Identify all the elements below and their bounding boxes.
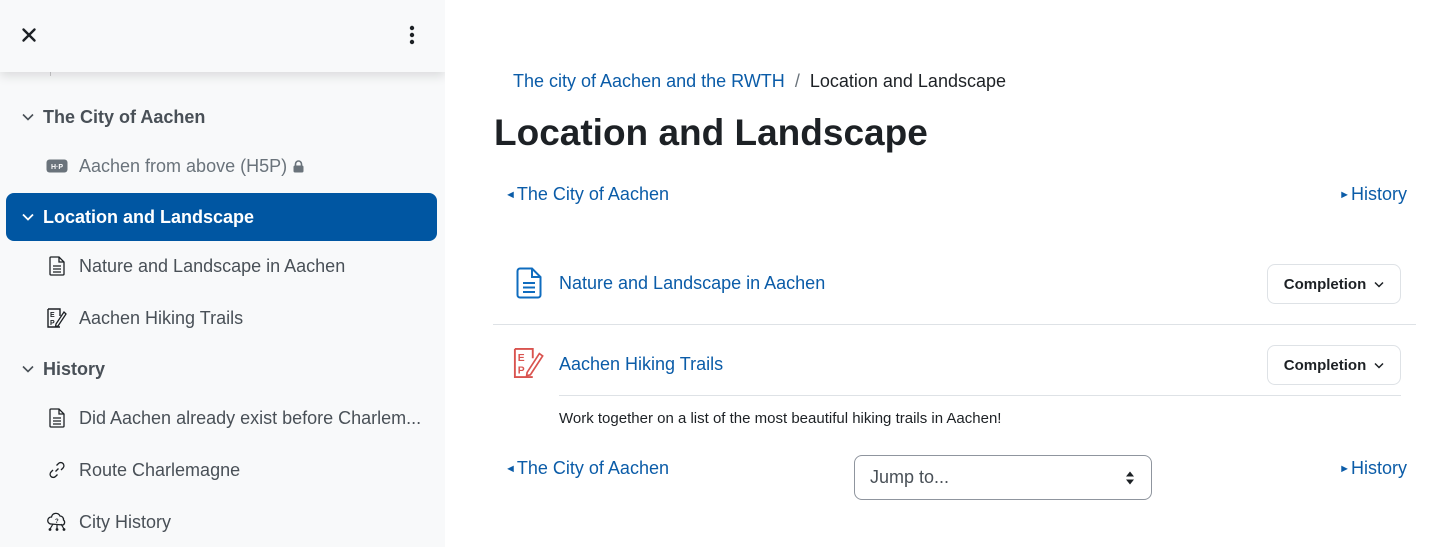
item-label: City History: [79, 511, 172, 532]
mindmap-icon: ?: [46, 511, 68, 533]
main-content: The city of Aachen and the RWTH / Locati…: [445, 0, 1448, 547]
completion-dropdown[interactable]: Completion: [1267, 345, 1401, 385]
page-title: Location and Landscape: [494, 112, 928, 153]
completion-label: Completion: [1283, 356, 1367, 374]
previous-section-link-bottom[interactable]: ◄ The City of Aachen: [505, 458, 669, 479]
previous-section-link[interactable]: ◄ The City of Aachen: [505, 184, 669, 205]
link-icon: [46, 459, 68, 481]
course-index-drawer: The City of Aachen H·P Aachen from above…: [0, 0, 445, 547]
svg-text:E: E: [518, 353, 525, 364]
svg-text:?: ?: [55, 519, 59, 525]
breadcrumb: The city of Aachen and the RWTH / Locati…: [513, 71, 1006, 92]
course-index-item[interactable]: ? City History: [46, 502, 436, 542]
previous-section-label: The City of Aachen: [516, 184, 669, 204]
activity-description-divider: [559, 395, 1401, 396]
page-icon: [46, 255, 68, 277]
svg-text:H·P: H·P: [51, 164, 63, 171]
left-arrow-icon: ◄: [505, 188, 516, 201]
kebab-menu-icon: [409, 25, 415, 45]
close-drawer-button[interactable]: [18, 24, 40, 46]
activity-divider: [493, 324, 1416, 325]
breadcrumb-current: Location and Landscape: [809, 71, 1006, 91]
completion-dropdown[interactable]: Completion: [1267, 264, 1401, 304]
left-arrow-icon: ◄: [505, 462, 516, 475]
breadcrumb-course-link[interactable]: The city of Aachen and the RWTH: [513, 71, 785, 92]
chevron-down-icon: [1374, 362, 1384, 369]
course-index-item[interactable]: Route Charlemagne: [46, 450, 436, 490]
next-section-label: History: [1350, 184, 1407, 204]
next-section-label: History: [1350, 458, 1407, 478]
drawer-header: [0, 0, 445, 72]
breadcrumb-separator: /: [794, 71, 800, 91]
previous-section-label: The City of Aachen: [516, 458, 669, 478]
item-label: Nature and Landscape in Aachen: [79, 255, 346, 276]
next-section-link-bottom[interactable]: ► History: [1339, 458, 1407, 479]
close-icon: [22, 28, 36, 42]
svg-text:P: P: [50, 320, 55, 327]
etherpad-icon: E P: [513, 347, 545, 379]
select-updown-icon: [1126, 471, 1134, 485]
activity-description: Work together on a list of the most beau…: [559, 410, 1002, 427]
lock-icon: [293, 159, 304, 173]
course-index-item[interactable]: E P Aachen Hiking Trails: [46, 298, 436, 338]
item-label: Did Aachen already exist before Charlem.…: [79, 407, 422, 428]
course-section-the-city-of-aachen[interactable]: The City of Aachen: [6, 93, 437, 141]
item-label: Route Charlemagne: [79, 459, 241, 480]
course-section-history[interactable]: History: [6, 345, 437, 393]
activity-link[interactable]: Nature and Landscape in Aachen: [559, 273, 825, 294]
jump-to-value: Jump to...: [870, 467, 950, 487]
chevron-down-icon[interactable]: [18, 113, 38, 121]
etherpad-icon: E P: [46, 307, 68, 329]
activity-item: Nature and Landscape in Aachen Completio…: [493, 258, 1416, 324]
section-title: Location and Landscape: [43, 206, 255, 227]
activity-item: E P Aachen Hiking Trails Completion Work…: [493, 340, 1416, 440]
next-section-link[interactable]: ► History: [1339, 184, 1407, 205]
section-title: The City of Aachen: [43, 106, 206, 127]
course-index-item[interactable]: Did Aachen already exist before Charlem.…: [46, 398, 436, 438]
chevron-down-icon[interactable]: [18, 213, 38, 221]
page-icon: [513, 267, 545, 299]
svg-text:E: E: [50, 312, 55, 319]
course-index-item[interactable]: H·P Aachen from above (H5P): [46, 146, 436, 186]
item-label: Aachen Hiking Trails: [79, 307, 244, 328]
right-arrow-icon: ►: [1339, 188, 1350, 201]
page-icon: [46, 407, 68, 429]
course-index-item[interactable]: Nature and Landscape in Aachen: [46, 246, 436, 286]
h5p-icon: H·P: [46, 155, 68, 177]
chevron-down-icon: [1374, 281, 1384, 288]
svg-text:P: P: [518, 365, 525, 376]
completion-label: Completion: [1283, 275, 1367, 293]
course-section-location-and-landscape[interactable]: Location and Landscape: [6, 193, 437, 241]
activity-link[interactable]: Aachen Hiking Trails: [559, 354, 723, 375]
right-arrow-icon: ►: [1339, 462, 1350, 475]
jump-to-select[interactable]: Jump to...: [854, 455, 1152, 500]
item-label: Aachen from above (H5P): [79, 155, 288, 176]
chevron-down-icon[interactable]: [18, 365, 38, 373]
drawer-options-button[interactable]: [402, 24, 422, 46]
section-title: History: [43, 358, 106, 379]
